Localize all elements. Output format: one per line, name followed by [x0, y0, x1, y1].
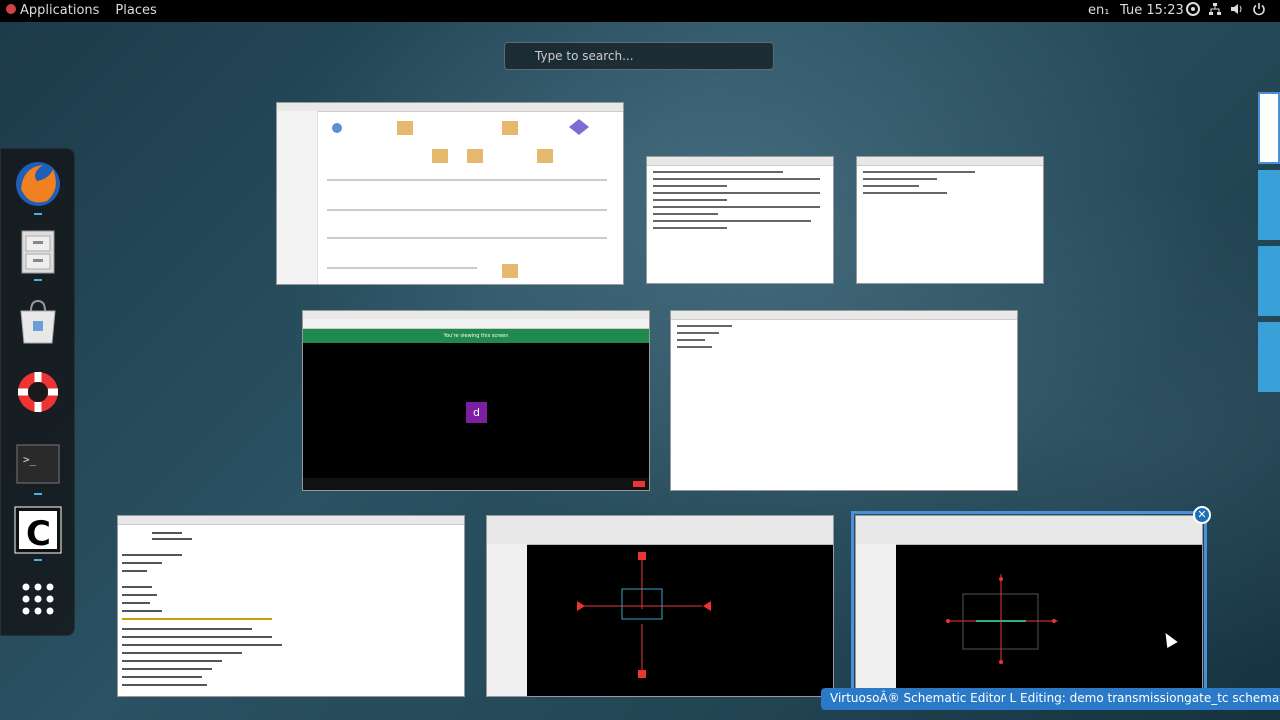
workspace-thumbnail-4[interactable] — [1258, 322, 1280, 392]
svg-text:C: C — [26, 514, 51, 554]
top-bar: Applications Places en₁ Tue 15:23 — [0, 0, 1280, 22]
workspace-thumbnail-3[interactable] — [1258, 246, 1280, 316]
workspace-thumbnail-2[interactable] — [1258, 170, 1280, 240]
running-indicator — [34, 213, 42, 215]
dash: >_ C — [0, 148, 75, 636]
meeting-banner: You're viewing this screen — [303, 329, 649, 343]
schematic-editor-window-1[interactable] — [486, 515, 834, 697]
window-title-tooltip: VirtuosoÂ® Schematic Editor L Editing: d… — [821, 688, 1280, 710]
applications-menu[interactable]: Applications — [6, 3, 99, 18]
terminal-window-3[interactable] — [670, 310, 1018, 491]
terminal-window-1[interactable] — [646, 156, 834, 284]
clock[interactable]: Tue 15:23 — [1120, 3, 1184, 18]
log-text — [122, 532, 282, 686]
file-manager-sidebar — [277, 111, 318, 284]
file-manager-window[interactable] — [276, 102, 624, 285]
window-titlebar — [857, 157, 1043, 166]
software-bag-icon[interactable] — [13, 297, 63, 347]
schematic-editor-window-2[interactable] — [851, 511, 1207, 701]
running-indicator — [34, 559, 42, 561]
firefox-icon[interactable] — [13, 159, 63, 209]
schematic-toolbar — [487, 516, 833, 545]
transmission-gate-schematic — [577, 552, 711, 678]
system-tray[interactable] — [1186, 2, 1266, 16]
schematic-navigator — [487, 544, 527, 696]
keyboard-layout[interactable]: en₁ — [1088, 3, 1109, 18]
search-input[interactable]: Type to search... — [504, 42, 774, 70]
browser-toolbar — [303, 319, 649, 329]
power-icon — [1253, 3, 1265, 16]
fedora-icon — [6, 4, 16, 14]
show-apps-icon[interactable] — [13, 575, 63, 625]
window-titlebar — [118, 516, 464, 525]
terminal-icon[interactable]: >_ — [13, 439, 63, 489]
schematic-navigator — [856, 544, 896, 696]
places-menu[interactable]: Places — [115, 3, 156, 18]
search-placeholder: Type to search... — [535, 49, 634, 63]
end-call-button — [633, 481, 645, 487]
schematic-toolbar — [856, 516, 1202, 545]
window-titlebar — [277, 103, 623, 112]
accessibility-icon — [1186, 2, 1200, 16]
file-grid — [327, 119, 607, 278]
window-titlebar — [647, 157, 833, 166]
terminal-window-2[interactable] — [856, 156, 1044, 284]
file-cabinet-icon[interactable] — [13, 227, 63, 277]
meeting-controls — [303, 478, 649, 490]
help-lifebuoy-icon[interactable] — [13, 367, 63, 417]
svg-text:>_: >_ — [23, 453, 37, 466]
meeting-window[interactable]: You're viewing this screen d — [302, 310, 650, 491]
network-icon — [1209, 3, 1221, 15]
cadence-icon[interactable]: C — [13, 505, 63, 555]
window-titlebar — [671, 311, 1017, 320]
symbol-schematic — [946, 574, 1058, 664]
close-window-button[interactable]: ✕ — [1193, 506, 1211, 524]
volume-icon — [1231, 4, 1242, 14]
workspace-thumbnail-1[interactable] — [1258, 92, 1280, 164]
virtuoso-log-window[interactable] — [117, 515, 465, 697]
running-indicator — [34, 279, 42, 281]
participant-avatar: d — [466, 402, 487, 423]
running-indicator — [34, 493, 42, 495]
window-titlebar — [303, 311, 649, 319]
